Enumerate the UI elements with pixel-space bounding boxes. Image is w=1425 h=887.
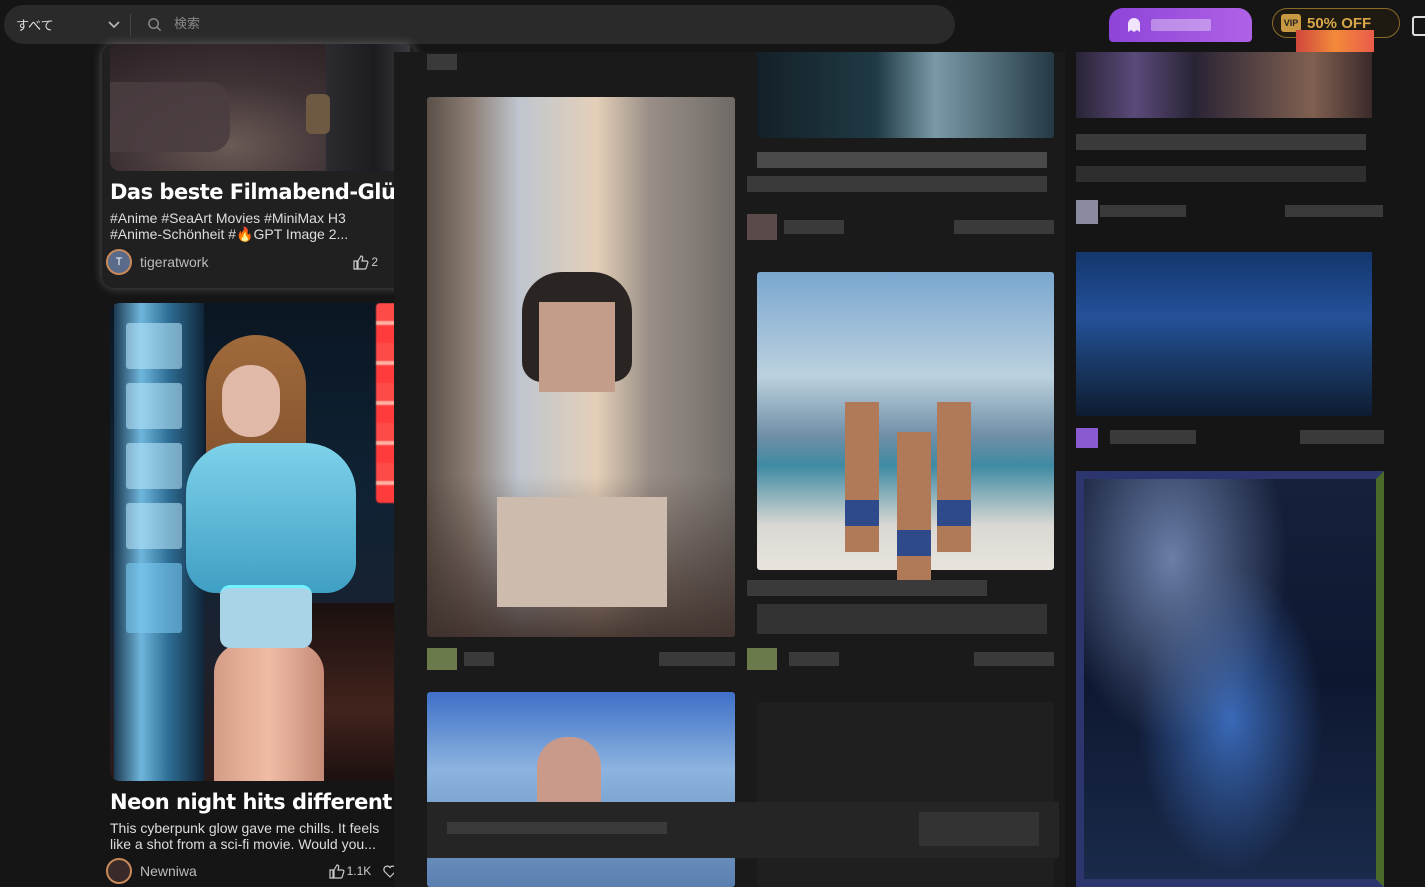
offer-text: 50% OFF: [1307, 14, 1372, 32]
blurred-image[interactable]: [757, 52, 1054, 138]
window-icon[interactable]: [1412, 16, 1425, 36]
category-filter-dropdown[interactable]: すべて: [4, 5, 130, 44]
blurred-text: [974, 652, 1054, 666]
blurred-text: [1076, 134, 1366, 150]
image-figure: [306, 94, 330, 134]
post-image[interactable]: [110, 44, 410, 171]
ghost-icon: [1128, 18, 1140, 32]
author-name[interactable]: Newniwa: [140, 863, 197, 879]
like-button[interactable]: 2: [353, 254, 378, 270]
post-title[interactable]: Neon night hits different ✨: [110, 790, 410, 815]
search-input[interactable]: [172, 16, 876, 33]
blurred-text: [784, 220, 844, 234]
chevron-down-icon: [108, 20, 120, 28]
blurred-avatar: [747, 648, 777, 670]
post-image[interactable]: [110, 303, 404, 781]
blurred-image[interactable]: [1076, 52, 1372, 118]
like-button[interactable]: 1.1K: [329, 863, 372, 879]
like-count: 2: [371, 255, 378, 269]
post-author-row: T tigeratwork 2: [106, 249, 406, 275]
blurred-text: [1100, 205, 1186, 217]
blurred-image[interactable]: [757, 272, 1054, 582]
blurred-text: [1285, 205, 1383, 217]
blurred-image[interactable]: [757, 702, 1054, 887]
thumbs-up-icon: [353, 254, 369, 270]
avatar[interactable]: [106, 858, 132, 884]
image-figure-shorts: [220, 585, 312, 648]
avatar[interactable]: T: [106, 249, 132, 275]
author-name[interactable]: tigeratwork: [140, 254, 208, 270]
image-figure-sweater: [186, 443, 356, 593]
blurred-text: [747, 176, 1047, 192]
blurred-text: [789, 652, 839, 666]
search-divider: [130, 13, 131, 36]
blurred-text: [954, 220, 1054, 234]
blurred-text: [1300, 430, 1384, 444]
image-wet-street: [310, 603, 404, 781]
blurred-text: [747, 580, 987, 596]
post-description: This cyberpunk glow gave me chills. It f…: [110, 820, 380, 852]
blurred-image[interactable]: [427, 97, 735, 637]
promo-badge-blurred: [1296, 30, 1374, 52]
blurred-avatar: [1076, 200, 1098, 224]
blurred-text: [659, 652, 735, 666]
blurred-text: [757, 152, 1047, 168]
image-figure-legs: [214, 643, 324, 781]
blurred-comment-bar[interactable]: [427, 802, 1059, 858]
blurred-avatar: [1076, 428, 1098, 448]
search-icon: [148, 18, 162, 32]
upgrade-button[interactable]: [1109, 8, 1252, 42]
blurred-text: [1076, 166, 1366, 182]
blurred-text: [757, 604, 1047, 634]
blurred-image[interactable]: [1076, 252, 1372, 416]
blurred-avatar: [427, 648, 457, 670]
blurred-image[interactable]: [1076, 471, 1384, 887]
category-filter-label: すべて: [16, 19, 54, 34]
like-count: 1.1K: [346, 864, 372, 878]
image-couch: [110, 82, 230, 152]
post-title[interactable]: Das beste Filmabend-Glück ...: [110, 180, 410, 204]
search-bar: すべて: [4, 5, 955, 44]
image-figure-face: [222, 365, 280, 437]
blurred-avatar: [747, 214, 777, 240]
thumbs-up-icon: [329, 863, 345, 879]
blurred-text: [427, 54, 457, 70]
post-description: #Anime #SeaArt Movies #MiniMax H3 #Anime…: [110, 210, 349, 242]
blurred-text: [1110, 430, 1196, 444]
post-author-row: Newniwa 1.1K 3: [106, 858, 406, 884]
upgrade-label-blurred: [1151, 19, 1211, 31]
blurred-text: [464, 652, 494, 666]
blurred-content-overlay: [394, 52, 1065, 887]
post-card[interactable]: Das beste Filmabend-Glück ... #Anime #Se…: [102, 44, 416, 288]
